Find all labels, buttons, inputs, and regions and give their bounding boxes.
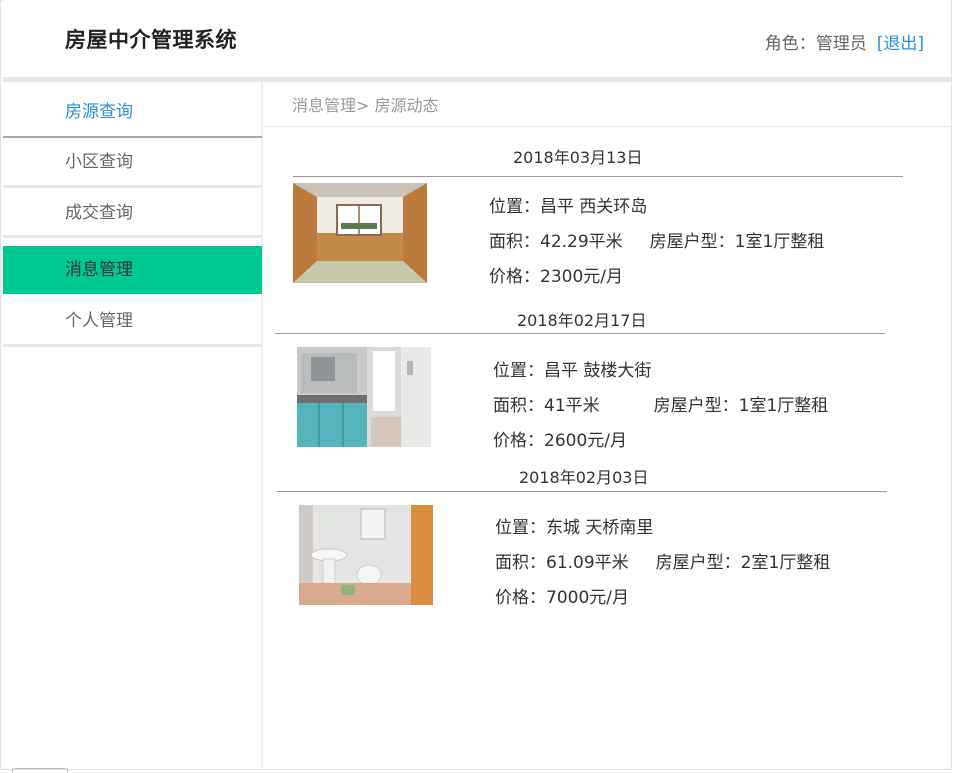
breadcrumb: 消息管理> 房源动态 [292,96,439,115]
sidebar-item-community-search[interactable]: 小区查询 [3,140,262,188]
horizontal-scrollbar-thumb[interactable] [12,768,68,773]
listing-date: 2018年02月03日 [519,468,649,487]
logout-link[interactable]: [退出] [877,34,924,54]
listing-location: 位置：东城 天桥南里 [495,518,654,538]
listing-price: 价格：7000元/月 [495,588,629,608]
kitchen-photo[interactable] [297,347,431,447]
sidebar-item-listing-search[interactable]: 房源查询 [3,82,262,138]
sidebar: 房源查询 小区查询 成交查询 消息管理 个人管理 [3,82,263,768]
listing-date: 2018年02月17日 [517,311,647,330]
listing-price: 价格：2600元/月 [493,431,627,451]
listing-area-layout: 面积：42.29平米 房屋户型：1室1厅整租 [489,232,825,252]
listing-divider [277,491,887,492]
sidebar-item-deal-search[interactable]: 成交查询 [3,190,262,238]
listing-divider [293,176,903,177]
app-title: 房屋中介管理系统 [65,28,237,52]
breadcrumb-divider [263,126,951,127]
listing-date: 2018年03月13日 [513,148,643,167]
bathroom-photo[interactable] [299,505,433,605]
user-area: 角色：管理员 [退出] [765,29,924,54]
sidebar-item-message-management[interactable]: 消息管理 [3,246,262,294]
listing-area-layout: 面积：61.09平米 房屋户型：2室1厅整租 [495,553,831,573]
listing-location: 位置：昌平 西关环岛 [489,197,648,217]
sidebar-item-personal-management[interactable]: 个人管理 [3,297,262,347]
listing-location: 位置：昌平 鼓楼大街 [493,361,652,381]
header: 房屋中介管理系统 角色：管理员 [退出] [3,0,951,77]
room-photo[interactable] [293,183,427,283]
role-label: 角色：管理员 [764,34,867,54]
listing-divider [275,333,885,334]
main-content: 消息管理> 房源动态 2018年03月13日 位置：昌平 西关环岛 面积：42.… [263,82,951,768]
listing-area-layout: 面积：41平米 房屋户型：1室1厅整租 [493,396,829,416]
listing-price: 价格：2300元/月 [489,267,623,287]
